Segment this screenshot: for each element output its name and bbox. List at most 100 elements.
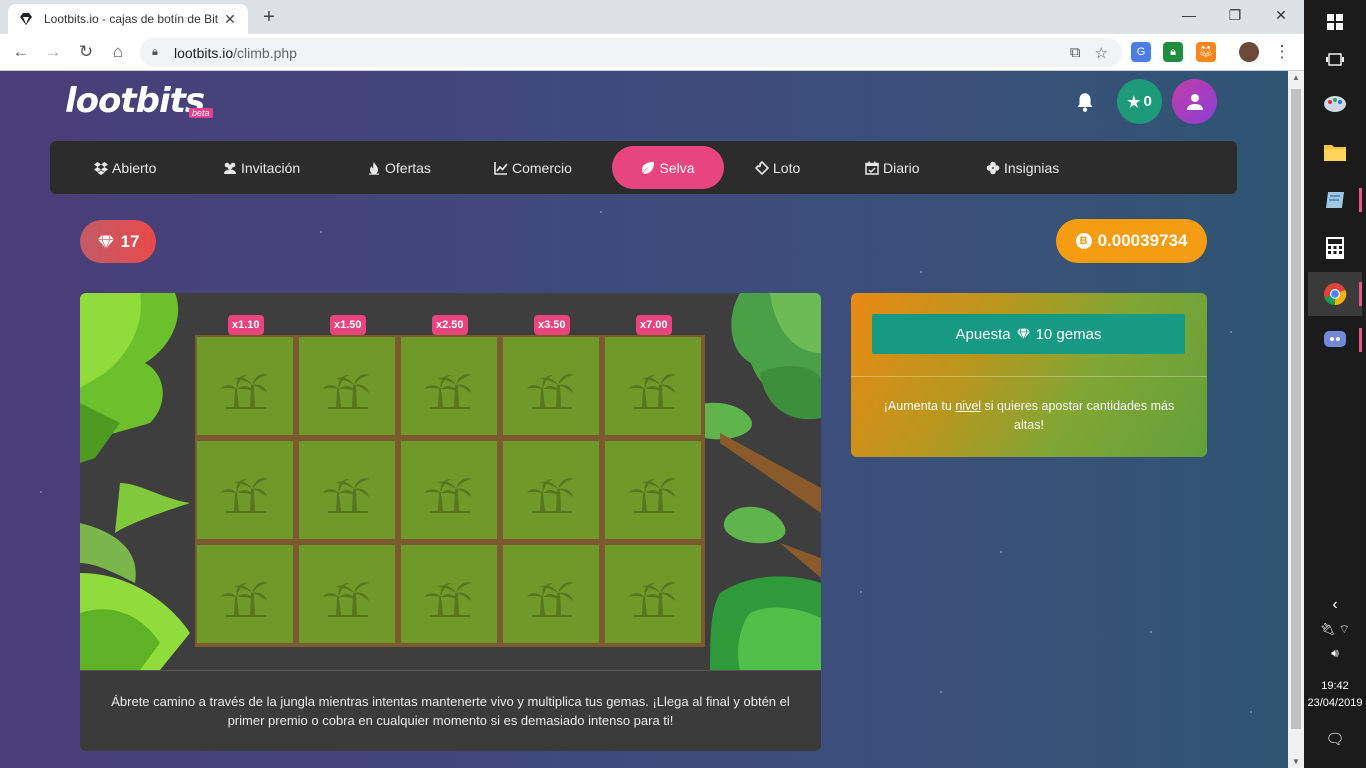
app-open-indicator <box>1359 188 1362 212</box>
palm-tree-icon <box>527 582 574 617</box>
page-scrollbar[interactable]: ▲ ▼ <box>1288 71 1304 768</box>
user-menu-button[interactable] <box>1172 79 1217 124</box>
task-view-icon[interactable] <box>1308 38 1362 82</box>
ticket-icon <box>755 160 769 175</box>
jungle-tile[interactable] <box>299 337 395 435</box>
scrollbar-thumb[interactable] <box>1291 89 1301 729</box>
nav-insignias[interactable]: Insignias <box>974 146 1071 189</box>
jungle-tile[interactable] <box>503 337 599 435</box>
tab-title: Lootbits.io - cajas de botín de Bit <box>44 12 219 26</box>
scroll-down-icon[interactable]: ▼ <box>1288 757 1304 766</box>
nav-selva[interactable]: Selva <box>612 146 724 189</box>
file-explorer-icon[interactable] <box>1308 130 1362 174</box>
lock-icon: 🔒︎ <box>152 46 158 58</box>
jungle-tile[interactable] <box>401 441 497 539</box>
jungle-tile[interactable] <box>401 545 497 643</box>
reload-icon[interactable]: ↻ <box>74 40 98 64</box>
bet-button[interactable]: Apuesta 10 gemas <box>872 314 1185 354</box>
back-icon[interactable]: ← <box>9 40 33 64</box>
bet-button-amount: 10 gemas <box>1035 325 1102 343</box>
notes-app-icon[interactable] <box>1308 178 1362 222</box>
clover-icon <box>986 161 1000 174</box>
gems-balance[interactable]: 17 <box>80 220 156 263</box>
palm-tree-icon <box>527 478 574 513</box>
stars-button[interactable]: ★ 0 <box>1117 79 1162 124</box>
windows-taskbar: ‹ 🔌︎ ⌔ 🔊︎ 19:42 23/04/2019 🗨︎ <box>1304 0 1366 768</box>
scroll-up-icon[interactable]: ▲ <box>1288 73 1304 82</box>
users-icon <box>224 162 236 174</box>
nav-abierto[interactable]: Abierto <box>82 146 168 189</box>
btc-balance[interactable]: B 0.00039734 <box>1056 219 1207 263</box>
bet-panel: Apuesta 10 gemas ¡Aumenta tu nivel si qu… <box>851 293 1207 457</box>
show-hidden-icons-chevron-icon[interactable]: ‹ <box>1304 596 1366 614</box>
new-tab-button[interactable]: + <box>258 6 280 28</box>
action-center-icon[interactable]: 🗨︎ <box>1304 730 1366 748</box>
stars-count: 0 <box>1143 93 1152 110</box>
chrome-icon[interactable] <box>1308 272 1362 316</box>
bet-button-prefix: Apuesta <box>955 325 1011 343</box>
multiplier-badge: x1.10 <box>228 315 264 335</box>
jungle-tile[interactable] <box>503 545 599 643</box>
jungle-tile[interactable] <box>197 441 293 539</box>
jungle-tile[interactable] <box>299 545 395 643</box>
google-translate-extension-icon[interactable]: G <box>1131 42 1151 62</box>
palm-tree-icon <box>629 374 676 409</box>
bell-icon[interactable] <box>1074 91 1096 113</box>
beta-badge: beta <box>189 108 213 118</box>
calculator-icon[interactable] <box>1308 226 1362 270</box>
profile-avatar[interactable] <box>1239 42 1259 62</box>
lock-extension-icon[interactable]: 🔒︎ <box>1163 42 1183 62</box>
jungle-tile[interactable] <box>197 545 293 643</box>
jungle-game-card: x1.10 x1.50 x2.50 x3.50 x7.00 Ábrete cam… <box>80 293 821 751</box>
nav-invitacion[interactable]: Invitación <box>211 146 312 189</box>
nav-label: Insignias <box>1004 159 1060 176</box>
site-logo[interactable]: lootbits <box>65 81 205 121</box>
translate-icon[interactable]: ⧉ <box>1070 44 1081 62</box>
jungle-grid <box>195 335 705 647</box>
url-path: /climb.php <box>233 44 297 61</box>
maximize-button[interactable]: ❐ <box>1212 0 1258 30</box>
level-note-after: si quieres apostar cantidades más altas! <box>981 399 1175 432</box>
jungle-tile[interactable] <box>197 337 293 435</box>
level-note: ¡Aumenta tu nivel si quieres apostar can… <box>871 397 1187 435</box>
level-link[interactable]: nivel <box>955 399 981 413</box>
minimize-button[interactable]: — <box>1166 0 1212 30</box>
discord-icon[interactable] <box>1308 318 1362 362</box>
network-volume-tray-icons[interactable]: 🔌︎ ⌔ <box>1304 622 1366 637</box>
jungle-board: x1.10 x1.50 x2.50 x3.50 x7.00 <box>80 293 821 670</box>
bookmark-star-icon[interactable]: ☆ <box>1095 44 1108 62</box>
forward-icon[interactable]: → <box>41 40 65 64</box>
nav-comercio[interactable]: Comercio <box>482 146 584 189</box>
jungle-tile[interactable] <box>605 441 701 539</box>
nav-ofertas[interactable]: Ofertas <box>355 146 443 189</box>
palm-tree-icon <box>323 582 370 617</box>
bitcoin-icon: B <box>1075 233 1092 249</box>
close-window-button[interactable]: ✕ <box>1258 0 1304 30</box>
paint-app-icon[interactable] <box>1308 82 1362 126</box>
browser-tab[interactable]: Lootbits.io - cajas de botín de Bit ✕ <box>8 4 248 34</box>
jungle-tile[interactable] <box>605 545 701 643</box>
volume-icon[interactable]: 🔊︎ <box>1304 646 1366 661</box>
metamask-extension-icon[interactable]: 🦊︎ <box>1196 42 1216 62</box>
nav-loto[interactable]: Loto <box>743 146 812 189</box>
app-open-indicator <box>1359 282 1362 306</box>
page-content: lootbits beta ★ 0 Abierto Invitación Ofer… <box>0 71 1288 768</box>
jungle-tile[interactable] <box>503 441 599 539</box>
clock-time[interactable]: 19:42 <box>1304 680 1366 692</box>
tab-close-icon[interactable]: ✕ <box>222 11 238 28</box>
nav-label: Invitación <box>241 159 301 176</box>
clock-date[interactable]: 23/04/2019 <box>1304 697 1366 709</box>
leaf-icon <box>642 161 655 174</box>
palm-tree-icon <box>425 478 472 513</box>
jungle-tile[interactable] <box>605 337 701 435</box>
jungle-tile[interactable] <box>299 441 395 539</box>
menu-icon[interactable]: ⋮ <box>1270 40 1294 64</box>
nav-diario[interactable]: Diario <box>853 146 932 189</box>
main-navbar: Abierto Invitación Ofertas Comercio Selv… <box>50 141 1237 194</box>
home-icon[interactable]: ⌂ <box>106 40 130 64</box>
address-bar[interactable]: 🔒︎ lootbits.io/climb.php ⧉ ☆ <box>140 38 1122 67</box>
jungle-tile[interactable] <box>401 337 497 435</box>
nav-label: Comercio <box>512 159 572 176</box>
dropbox-icon <box>94 161 108 175</box>
palm-tree-icon <box>323 374 370 409</box>
